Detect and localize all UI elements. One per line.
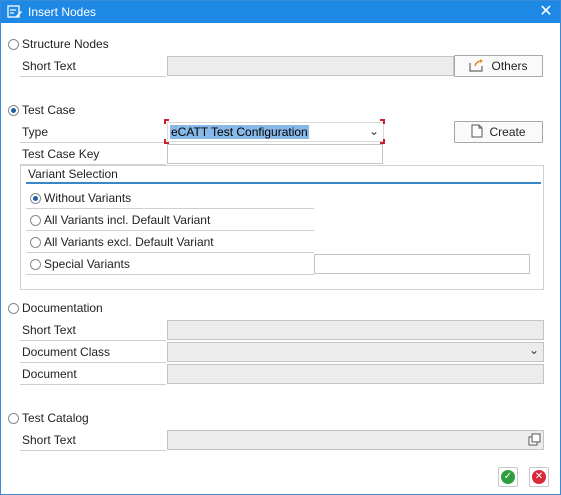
group-title-underline xyxy=(26,182,541,184)
type-dropdown[interactable]: eCATT Test Configuration ⌄ xyxy=(167,122,384,142)
all-variants-excl-radio[interactable] xyxy=(30,237,41,248)
document-class-dropdown[interactable]: ⌄ xyxy=(167,342,544,362)
cancel-button[interactable]: ✕ xyxy=(529,467,549,487)
focus-corner xyxy=(380,119,385,124)
others-button-label: Others xyxy=(491,59,528,73)
divider xyxy=(20,76,166,77)
document-label: Document xyxy=(22,367,77,381)
cancel-x-icon: ✕ xyxy=(532,470,546,484)
without-variants-label: Without Variants xyxy=(44,191,132,205)
test-case-radio[interactable] xyxy=(8,105,19,116)
document-icon xyxy=(471,124,483,141)
close-icon[interactable]: ✕ xyxy=(538,3,554,20)
structure-short-text-field[interactable] xyxy=(167,56,454,76)
divider xyxy=(20,384,166,385)
structure-nodes-radio[interactable] xyxy=(8,39,19,50)
create-button[interactable]: Create xyxy=(454,121,543,143)
divider xyxy=(26,274,314,275)
divider xyxy=(26,208,314,209)
folder-export-icon xyxy=(469,58,485,75)
divider xyxy=(20,142,166,143)
document-class-label: Document Class xyxy=(22,345,111,359)
title-bar: Insert Nodes ✕ xyxy=(1,1,560,23)
special-variants-field[interactable] xyxy=(314,254,530,274)
dialog-title: Insert Nodes xyxy=(28,5,97,19)
all-variants-incl-label: All Variants incl. Default Variant xyxy=(44,213,211,227)
test-catalog-label: Test Catalog xyxy=(22,411,89,425)
type-dropdown-value: eCATT Test Configuration xyxy=(170,125,309,139)
without-variants-radio[interactable] xyxy=(30,193,41,204)
divider xyxy=(26,252,314,253)
checkmark-icon: ✓ xyxy=(501,470,515,484)
special-variants-label: Special Variants xyxy=(44,257,130,271)
divider xyxy=(26,230,314,231)
insert-nodes-dialog: Insert Nodes ✕ Structure Nodes Short Tex… xyxy=(0,0,561,495)
structure-nodes-label: Structure Nodes xyxy=(22,37,109,51)
structure-short-text-label: Short Text xyxy=(22,59,76,73)
document-field[interactable] xyxy=(167,364,544,384)
type-label: Type xyxy=(22,125,49,139)
variant-selection-title: Variant Selection xyxy=(28,167,118,181)
all-variants-excl-label: All Variants excl. Default Variant xyxy=(44,235,214,249)
test-case-key-label: Test Case Key xyxy=(22,147,100,161)
focus-corner xyxy=(164,119,169,124)
divider xyxy=(20,340,166,341)
divider xyxy=(20,362,166,363)
divider xyxy=(20,450,166,451)
special-variants-radio[interactable] xyxy=(30,259,41,270)
documentation-label: Documentation xyxy=(22,301,103,315)
doc-short-text-field[interactable] xyxy=(167,320,544,340)
create-button-label: Create xyxy=(489,125,526,139)
test-case-key-field[interactable] xyxy=(167,144,383,164)
dialog-icon xyxy=(7,5,23,19)
documentation-radio[interactable] xyxy=(8,303,19,314)
confirm-button[interactable]: ✓ xyxy=(498,467,518,487)
catalog-short-text-label: Short Text xyxy=(22,433,76,447)
doc-short-text-label: Short Text xyxy=(22,323,76,337)
chevron-down-icon: ⌄ xyxy=(528,343,539,357)
test-case-label: Test Case xyxy=(22,103,76,117)
all-variants-incl-radio[interactable] xyxy=(30,215,41,226)
chevron-down-icon: ⌄ xyxy=(368,124,379,138)
value-help-icon[interactable] xyxy=(528,433,541,449)
test-catalog-radio[interactable] xyxy=(8,413,19,424)
catalog-short-text-field[interactable] xyxy=(167,430,544,450)
others-button[interactable]: Others xyxy=(454,55,543,77)
